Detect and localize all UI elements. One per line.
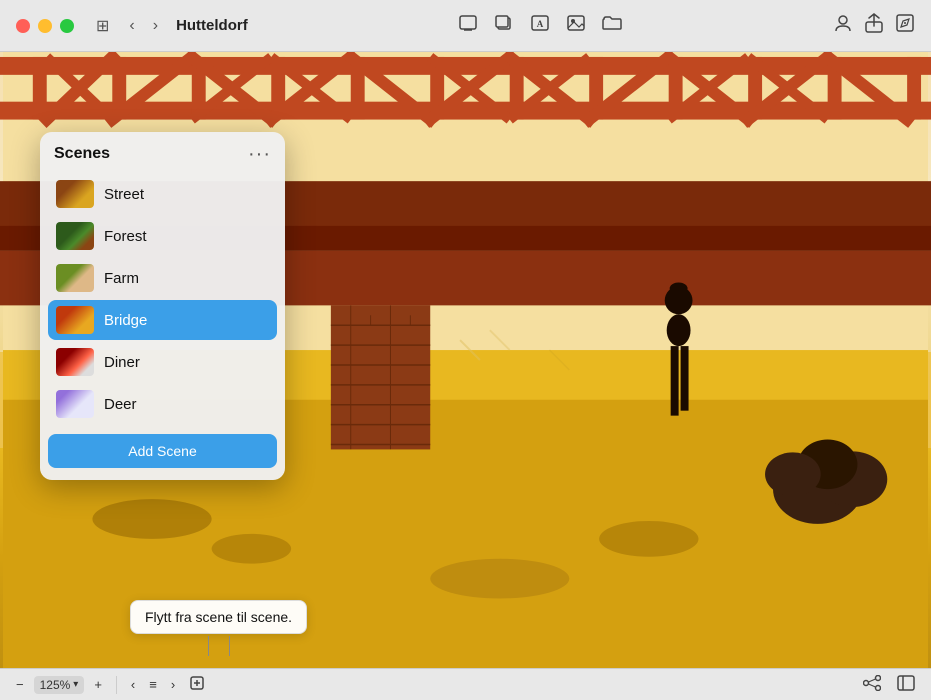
- minimize-button[interactable]: [38, 19, 52, 33]
- forward-button[interactable]: ›: [147, 15, 164, 37]
- toolbar-right: [859, 673, 919, 696]
- scene-name-deer: Deer: [104, 396, 137, 413]
- share-icon[interactable]: [865, 13, 883, 38]
- navigation-buttons: ‹ ›: [115, 15, 172, 37]
- scene-thumb-farm: [56, 264, 94, 292]
- scene-item-deer[interactable]: Deer: [48, 384, 277, 424]
- maximize-button[interactable]: [60, 19, 74, 33]
- toolbar-tools: A: [458, 14, 622, 37]
- annotation-lines: [208, 636, 230, 656]
- rectangle-tool-icon[interactable]: [458, 14, 478, 37]
- sidebar-view-button[interactable]: [893, 673, 919, 696]
- zoom-value: 125%: [40, 678, 71, 692]
- bottom-toolbar: − 125% ▾ + ‹ ≡ ›: [0, 668, 931, 700]
- annotation-line-right: [229, 636, 230, 656]
- back-button[interactable]: ‹: [123, 15, 140, 37]
- zoom-display[interactable]: 125% ▾: [34, 676, 85, 694]
- scene-thumb-forest: [56, 222, 94, 250]
- scenes-panel: Scenes ··· Street Forest Farm: [40, 132, 285, 480]
- image-tool-icon[interactable]: [566, 14, 586, 37]
- scene-item-bridge[interactable]: Bridge: [48, 300, 277, 340]
- scene-name-bridge: Bridge: [104, 312, 147, 329]
- prev-scene-button[interactable]: ‹: [127, 675, 139, 694]
- scene-item-street[interactable]: Street: [48, 174, 277, 214]
- scene-name-diner: Diner: [104, 354, 140, 371]
- scene-list: Street Forest Farm Bridge: [40, 174, 285, 424]
- annotation: Flytt fra scene til scene.: [130, 600, 307, 656]
- zoom-chevron: ▾: [73, 679, 78, 690]
- edit-icon[interactable]: [895, 13, 915, 38]
- add-scene-button[interactable]: Add Scene: [48, 434, 277, 468]
- scenes-header: Scenes ···: [40, 144, 285, 174]
- document-title: Hutteldorf: [176, 17, 248, 34]
- svg-text:A: A: [537, 19, 544, 29]
- window-controls: [0, 19, 90, 33]
- scene-thumb-diner: [56, 348, 94, 376]
- close-button[interactable]: [16, 19, 30, 33]
- titlebar-right-controls: [833, 13, 931, 38]
- illustration: Scenes ··· Street Forest Farm: [0, 52, 931, 668]
- separator: [116, 676, 117, 694]
- scene-name-forest: Forest: [104, 228, 147, 245]
- scene-name-farm: Farm: [104, 270, 139, 287]
- titlebar: ⊞ ‹ › Hutteldorf A: [0, 0, 931, 52]
- scene-list-button[interactable]: ≡: [145, 675, 161, 694]
- scene-name-street: Street: [104, 186, 144, 203]
- scenes-title: Scenes: [54, 145, 110, 163]
- annotation-text: Flytt fra scene til scene.: [130, 600, 307, 634]
- scene-item-diner[interactable]: Diner: [48, 342, 277, 382]
- scene-thumb-deer: [56, 390, 94, 418]
- scene-item-forest[interactable]: Forest: [48, 216, 277, 256]
- connect-icon-button[interactable]: [859, 673, 885, 696]
- bookmark-button[interactable]: [185, 673, 209, 696]
- copy-tool-icon[interactable]: [494, 14, 514, 37]
- scene-thumb-bridge: [56, 306, 94, 334]
- scene-thumb-street: [56, 180, 94, 208]
- sidebar-toggle-button[interactable]: ⊞: [90, 14, 115, 38]
- canvas-area: Scenes ··· Street Forest Farm: [0, 52, 931, 668]
- folder-tool-icon[interactable]: [602, 14, 622, 37]
- scenes-more-button[interactable]: ···: [248, 144, 271, 164]
- scene-item-farm[interactable]: Farm: [48, 258, 277, 298]
- account-icon[interactable]: [833, 13, 853, 38]
- next-scene-button[interactable]: ›: [167, 675, 179, 694]
- text-tool-icon[interactable]: A: [530, 14, 550, 37]
- zoom-out-button[interactable]: −: [12, 675, 28, 694]
- annotation-line-left: [208, 636, 209, 656]
- zoom-in-button[interactable]: +: [90, 675, 106, 694]
